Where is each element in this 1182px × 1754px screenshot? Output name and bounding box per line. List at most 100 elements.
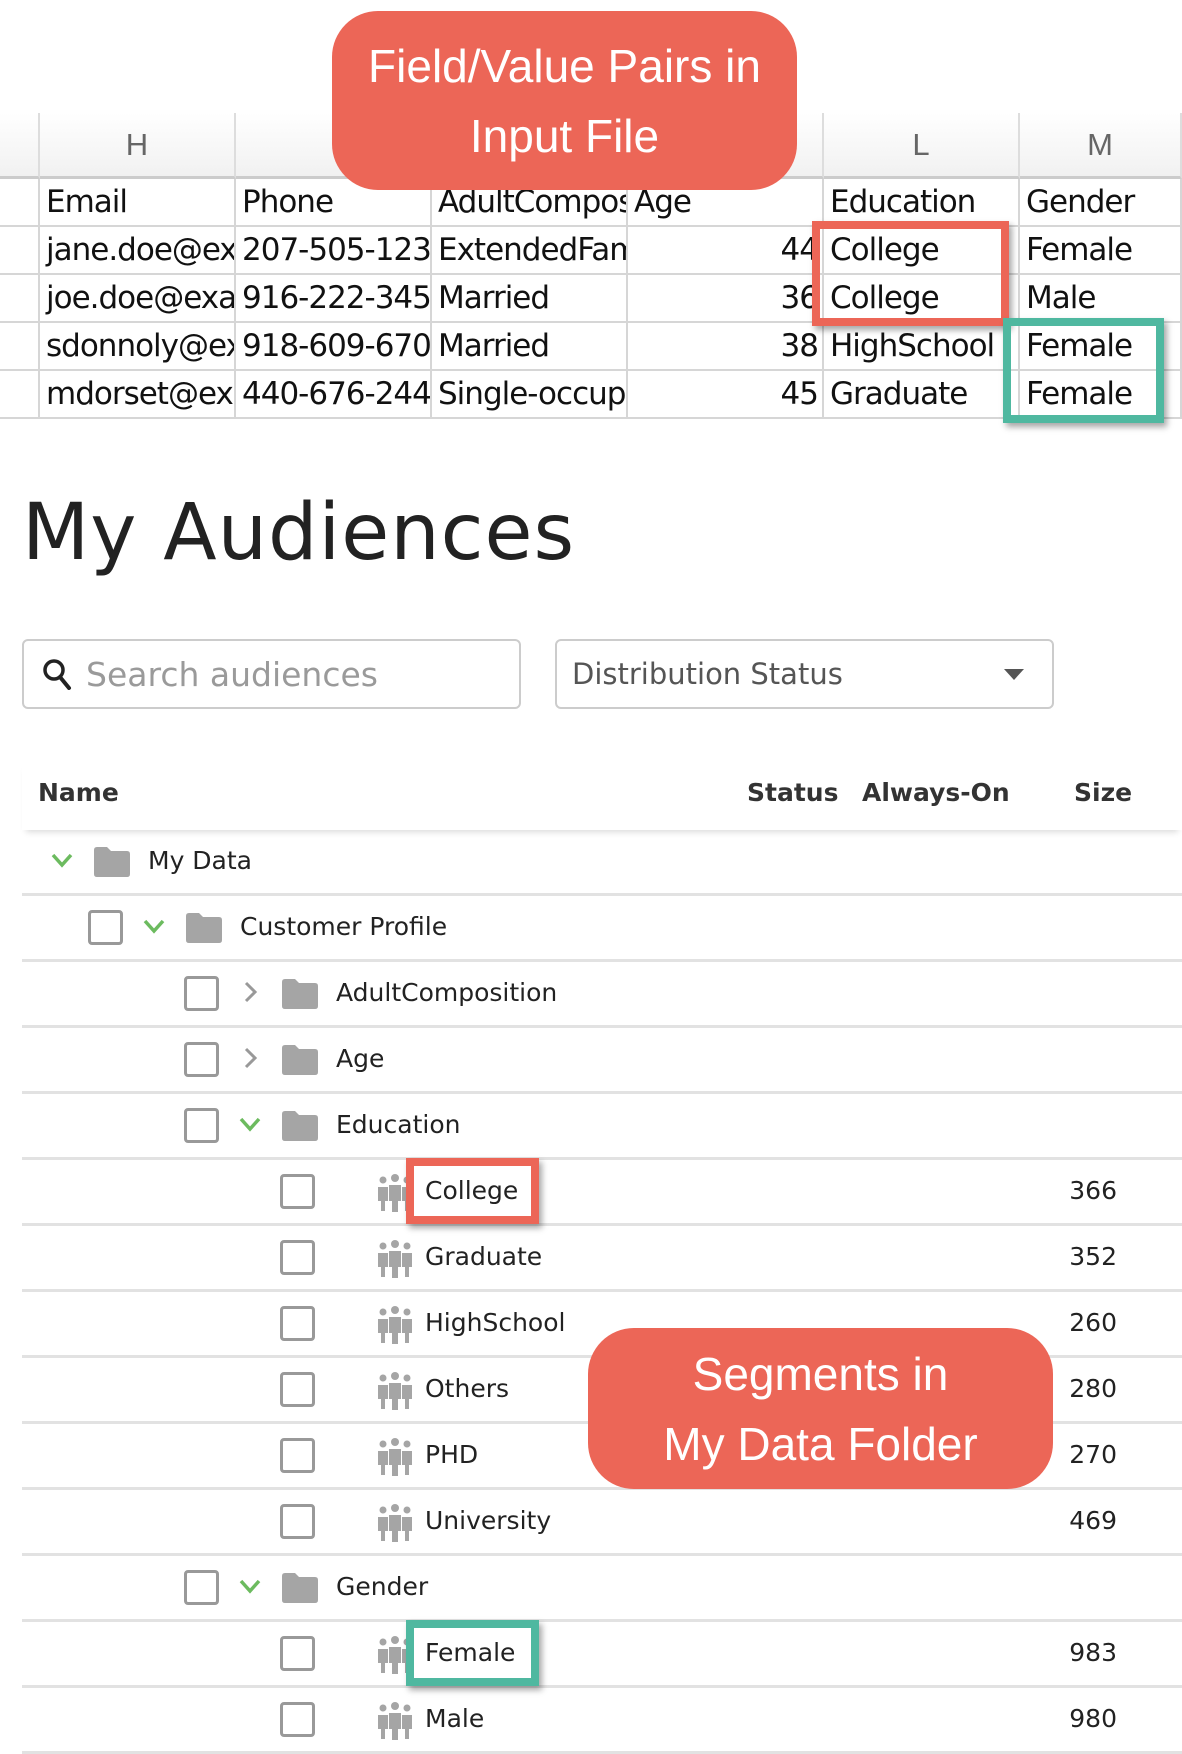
data-cell[interactable]: Married: [432, 275, 628, 323]
data-cell[interactable]: jane.doe@ex: [40, 227, 236, 275]
column-always-on[interactable]: Always-On: [862, 778, 1010, 807]
data-cell[interactable]: Male: [1020, 275, 1182, 323]
segment-people-icon: [376, 1240, 414, 1278]
search-icon: [43, 659, 71, 690]
row-checkbox[interactable]: [184, 976, 219, 1011]
row-checkbox[interactable]: [280, 1636, 315, 1671]
search-box[interactable]: [22, 639, 521, 709]
row-size: 366: [1069, 1176, 1117, 1205]
table-header: Name Status Always-On Size: [22, 760, 1182, 830]
row-label: Age: [336, 1044, 385, 1073]
folder-row[interactable]: Age: [22, 1028, 1182, 1094]
row-checkbox[interactable]: [280, 1438, 315, 1473]
row-checkbox[interactable]: [280, 1372, 315, 1407]
row-checkbox[interactable]: [280, 1504, 315, 1539]
row-label: Graduate: [425, 1242, 543, 1271]
callout-input-file: Field/Value Pairs in Input File: [332, 11, 797, 190]
row-gutter: [0, 323, 40, 371]
chevron-down-icon[interactable]: [236, 1110, 264, 1138]
folder-row[interactable]: AdultComposition: [22, 962, 1182, 1028]
data-cell[interactable]: sdonnoly@ex: [40, 323, 236, 371]
column-letter: M: [1020, 113, 1182, 179]
segment-row[interactable]: College 366: [22, 1158, 1182, 1226]
data-cell[interactable]: HighSchool: [824, 323, 1020, 371]
row-checkbox[interactable]: [280, 1174, 315, 1209]
gender-highlight-box: [1003, 318, 1164, 423]
row-size: 280: [1069, 1374, 1117, 1403]
row-label: My Data: [148, 846, 253, 875]
header-cell[interactable]: Gender: [1020, 179, 1182, 227]
row-label: University: [425, 1506, 552, 1535]
chevron-down-icon[interactable]: [140, 912, 168, 940]
segment-row[interactable]: Male 980: [22, 1688, 1182, 1754]
row-checkbox[interactable]: [184, 1570, 219, 1605]
column-size[interactable]: Size: [1074, 778, 1132, 807]
folder-icon: [280, 1572, 320, 1604]
folder-icon: [92, 846, 132, 878]
row-gutter: [0, 275, 40, 323]
column-name[interactable]: Name: [38, 778, 119, 807]
row-label: HighSchool: [425, 1308, 566, 1337]
education-highlight-box: [812, 221, 1009, 326]
callout-line-2: Input File: [469, 109, 660, 162]
data-cell[interactable]: Married: [432, 323, 628, 371]
header-cell[interactable]: Email: [40, 179, 236, 227]
row-label: AdultComposition: [336, 978, 558, 1007]
row-checkbox[interactable]: [184, 1042, 219, 1077]
caret-down-icon: [1004, 669, 1024, 680]
data-cell[interactable]: 207-505-123: [236, 227, 432, 275]
row-checkbox[interactable]: [88, 910, 123, 945]
chevron-down-icon[interactable]: [48, 846, 76, 874]
data-cell[interactable]: 440-676-244: [236, 371, 432, 419]
row-label: Male: [425, 1704, 485, 1733]
folder-icon: [280, 978, 320, 1010]
row-size: 270: [1069, 1440, 1117, 1469]
row-gutter: [0, 179, 40, 227]
row-size: 260: [1069, 1308, 1117, 1337]
column-letter: [0, 113, 40, 179]
segment-row[interactable]: Graduate 352: [22, 1226, 1182, 1292]
distribution-status-dropdown[interactable]: Distribution Status: [555, 639, 1054, 709]
row-label: Customer Profile: [240, 912, 448, 941]
folder-row[interactable]: My Data: [22, 830, 1182, 896]
segment-row[interactable]: Female 983: [22, 1620, 1182, 1688]
folder-icon: [184, 912, 224, 944]
data-cell[interactable]: mdorset@ex: [40, 371, 236, 419]
college-highlight-box: [406, 1158, 539, 1224]
segment-people-icon: [376, 1504, 414, 1542]
data-cell[interactable]: 916-222-345: [236, 275, 432, 323]
row-gutter: [0, 371, 40, 419]
folder-row[interactable]: Gender: [22, 1556, 1182, 1622]
search-input[interactable]: [86, 654, 506, 694]
callout-line-2: My Data Folder: [663, 1417, 978, 1470]
folder-row[interactable]: Customer Profile: [22, 896, 1182, 962]
data-cell[interactable]: 38: [628, 323, 824, 371]
page-title: My Audiences: [22, 488, 576, 578]
data-cell[interactable]: Graduate: [824, 371, 1020, 419]
data-cell[interactable]: 44: [628, 227, 824, 275]
data-cell[interactable]: ExtendedFam: [432, 227, 628, 275]
callout-line-1: Segments in: [692, 1347, 949, 1400]
column-letter: L: [824, 113, 1020, 179]
chevron-down-icon[interactable]: [236, 1572, 264, 1600]
segment-row[interactable]: University 469: [22, 1490, 1182, 1556]
segment-people-icon: [376, 1372, 414, 1410]
header-cell[interactable]: Education: [824, 179, 1020, 227]
column-status[interactable]: Status: [747, 778, 838, 807]
data-cell[interactable]: Female: [1020, 227, 1182, 275]
row-checkbox[interactable]: [280, 1306, 315, 1341]
folder-icon: [280, 1044, 320, 1076]
data-cell[interactable]: 45: [628, 371, 824, 419]
data-cell[interactable]: 918-609-670: [236, 323, 432, 371]
folder-row[interactable]: Education: [22, 1094, 1182, 1160]
chevron-right-icon[interactable]: [236, 978, 264, 1006]
data-cell[interactable]: Single-occupa: [432, 371, 628, 419]
chevron-right-icon[interactable]: [236, 1044, 264, 1072]
row-checkbox[interactable]: [184, 1108, 219, 1143]
data-cell[interactable]: 36: [628, 275, 824, 323]
row-size: 352: [1069, 1242, 1117, 1271]
data-cell[interactable]: joe.doe@exa: [40, 275, 236, 323]
row-label: Gender: [336, 1572, 429, 1601]
dropdown-label: Distribution Status: [572, 657, 843, 691]
row-checkbox[interactable]: [280, 1240, 315, 1275]
